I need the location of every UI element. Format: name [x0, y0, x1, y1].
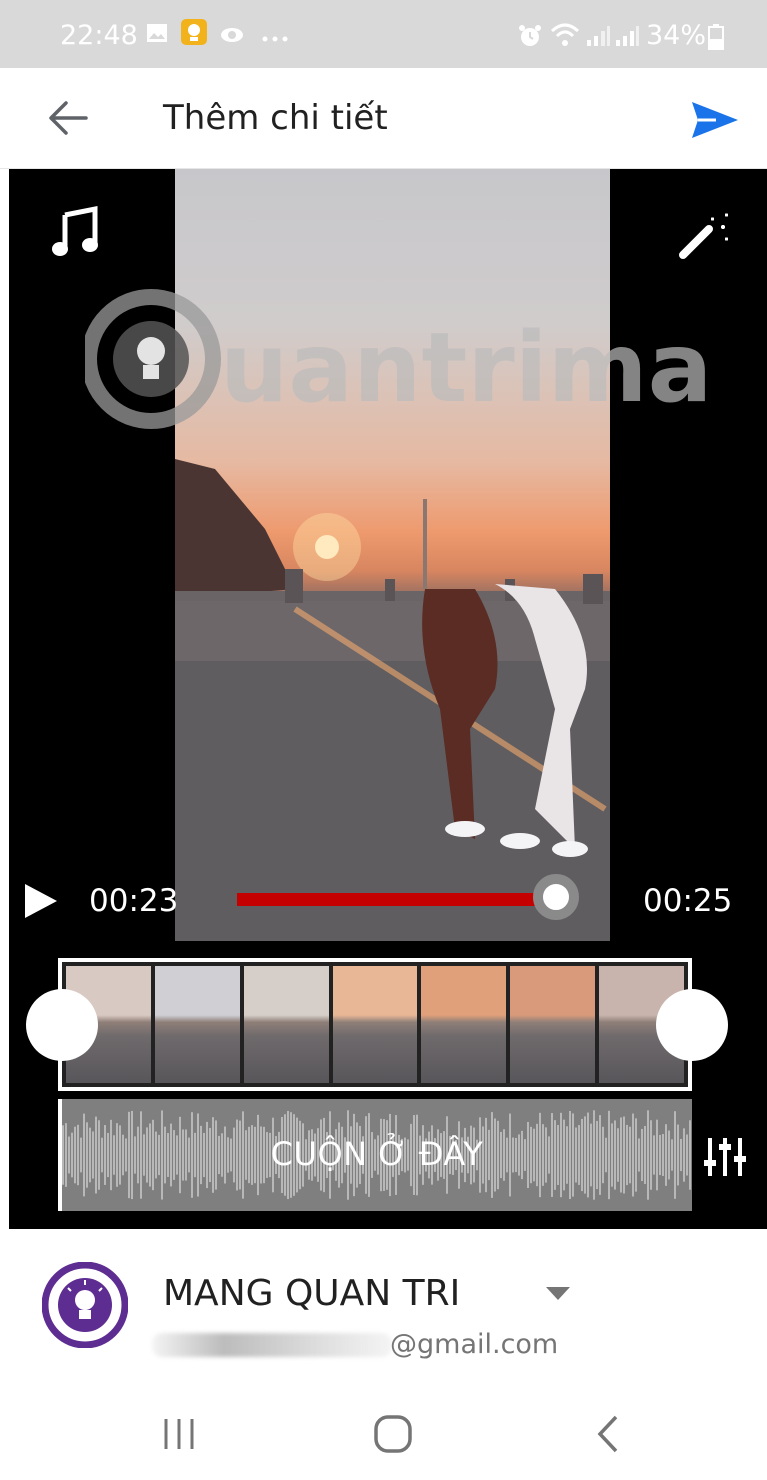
progress-thumb[interactable]	[533, 874, 580, 920]
more-dots-icon	[262, 36, 288, 42]
avatar	[42, 1262, 128, 1348]
battery-percent: 34%	[646, 20, 707, 51]
gallery-icon	[147, 24, 167, 42]
dropdown-arrow-icon[interactable]	[546, 1287, 570, 1301]
signal-icon	[587, 26, 610, 46]
filmstrip[interactable]	[58, 958, 692, 1091]
filmstrip-frame	[154, 966, 240, 1083]
eye-icon	[221, 28, 243, 42]
arrow-back-icon[interactable]	[46, 98, 90, 138]
notification-app-icon	[181, 19, 207, 45]
nav-back-icon[interactable]	[586, 1411, 632, 1457]
filmstrip-frame	[510, 966, 596, 1083]
alarm-icon	[519, 25, 541, 46]
filmstrip-frame	[421, 966, 507, 1083]
signal-icon	[616, 26, 639, 46]
system-nav-bar	[0, 1389, 767, 1480]
recents-icon[interactable]	[156, 1411, 202, 1457]
status-time: 22:48	[60, 20, 138, 51]
page-title: Thêm chi tiết	[163, 98, 388, 138]
status-bar: 22:48 34%	[0, 0, 767, 68]
video-editor: uantrimang 00:23 00:25 CUỘN Ở ĐÂY	[9, 169, 767, 1229]
blurred-email	[152, 1333, 392, 1357]
current-time: 00:23	[89, 883, 179, 919]
equalizer-icon[interactable]	[702, 1134, 748, 1180]
home-icon[interactable]	[370, 1411, 416, 1457]
account-selector[interactable]: MANG QUAN TRI @gmail.com	[0, 1229, 767, 1389]
battery-icon	[708, 24, 724, 50]
play-icon[interactable]	[23, 882, 59, 920]
wifi-icon	[550, 23, 580, 46]
quantrimang-watermark: uantrimang	[85, 289, 705, 429]
account-name: MANG QUAN TRI	[163, 1273, 461, 1314]
app-screen: 22:48 34% Thêm chi tiết uantrima 00:23 0…	[0, 0, 767, 1480]
end-time: 00:25	[643, 883, 733, 919]
trim-handle-start[interactable]	[26, 989, 98, 1061]
progress-bar[interactable]	[237, 893, 573, 906]
account-email: @gmail.com	[390, 1329, 559, 1360]
app-header: Thêm chi tiết	[0, 68, 767, 169]
watermark-text: uantrimang	[220, 312, 705, 424]
send-icon[interactable]	[690, 100, 740, 140]
audio-waveform[interactable]: CUỘN Ở ĐÂY	[58, 1099, 692, 1211]
scroll-here-label: CUỘN Ở ĐÂY	[270, 1135, 484, 1173]
filmstrip-frame	[332, 966, 418, 1083]
video-scene-image	[175, 459, 610, 941]
magic-wand-icon[interactable]	[677, 209, 733, 261]
music-note-icon[interactable]	[49, 205, 103, 259]
progress-fill	[237, 893, 557, 906]
filmstrip-frame	[243, 966, 329, 1083]
video-preview[interactable]	[175, 169, 610, 941]
trim-handle-end[interactable]	[656, 989, 728, 1061]
